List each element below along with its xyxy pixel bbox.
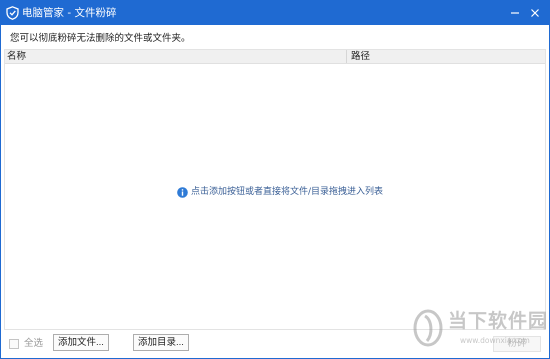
column-header-path[interactable]: 路径 [351,51,370,63]
empty-list-message: 点击添加按钮或者直接将文件/目录拖拽进入列表 [177,186,383,198]
file-shredder-window: 电脑管家 - 文件粉碎 您可以彻底粉碎无法删除的文件或文件夹。 名称 路径 点击… [0,0,550,359]
window-title: 电脑管家 - 文件粉碎 [22,7,117,19]
minimize-button[interactable] [505,3,525,23]
close-icon [531,9,539,17]
footer: 全选 添加文件... 添加目录... 粉碎 [1,331,549,359]
close-button[interactable] [525,3,545,23]
list-header: 名称 路径 [5,50,545,64]
column-header-name[interactable]: 名称 [7,51,26,63]
file-list[interactable]: 名称 路径 点击添加按钮或者直接将文件/目录拖拽进入列表 [4,49,546,330]
add-directory-button[interactable]: 添加目录... [133,334,189,351]
empty-message-text: 点击添加按钮或者直接将文件/目录拖拽进入列表 [191,187,384,197]
shred-button[interactable]: 粉碎 [493,336,541,352]
select-all-label[interactable]: 全选 [24,338,43,350]
info-icon [177,186,188,198]
column-divider[interactable] [346,50,347,63]
hint-text: 您可以彻底粉碎无法删除的文件或文件夹。 [10,33,191,44]
minimize-icon [511,12,519,14]
select-all-checkbox[interactable] [9,339,19,349]
add-file-button[interactable]: 添加文件... [53,334,109,351]
title-bar[interactable]: 电脑管家 - 文件粉碎 [1,1,549,25]
shield-icon [6,6,19,20]
